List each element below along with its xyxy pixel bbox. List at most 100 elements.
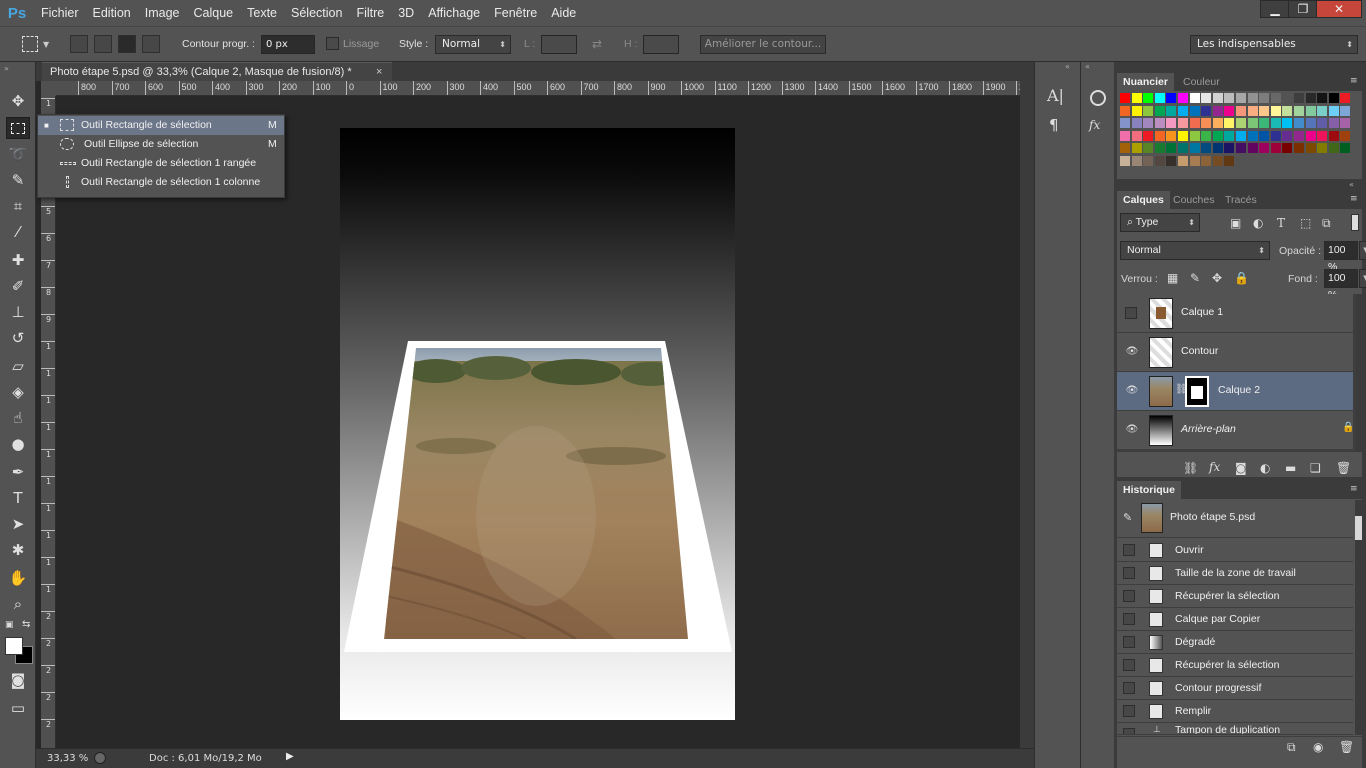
paragraph-panel-icon[interactable]: ¶ [1049, 116, 1059, 134]
color-swatch[interactable] [1294, 143, 1304, 153]
trash-icon[interactable]: 🗑 [1336, 461, 1351, 475]
subtract-from-selection-button[interactable] [118, 35, 136, 53]
eraser-tool-icon[interactable]: ▱ [6, 355, 30, 377]
color-swatch[interactable] [1154, 105, 1165, 116]
color-swatch[interactable] [1270, 143, 1281, 153]
tab-couleur[interactable]: Couleur [1177, 73, 1226, 91]
history-step[interactable]: ⊥ Tampon de duplication [1117, 723, 1353, 735]
fill-input[interactable]: 100 % [1324, 269, 1358, 301]
style-select[interactable]: Normal ⬍ [435, 35, 511, 54]
color-swatch[interactable] [1120, 93, 1130, 103]
color-swatch[interactable] [1236, 105, 1246, 116]
new-adjustment-icon[interactable]: ◐ [1260, 461, 1270, 475]
layer-mask-thumbnail[interactable] [1185, 376, 1209, 407]
color-swatch[interactable] [1270, 118, 1281, 128]
trash-icon[interactable]: 🗑 [1339, 740, 1354, 754]
panel-menu-icon[interactable]: ≡ [1350, 76, 1358, 86]
color-swatch[interactable] [1189, 118, 1200, 128]
layer-row[interactable]: 👁 Arrière-plan 🔒 [1117, 411, 1354, 450]
color-swatch[interactable] [1154, 118, 1165, 128]
color-swatch[interactable] [1328, 93, 1339, 103]
color-swatch[interactable] [1143, 105, 1154, 116]
history-checkbox[interactable] [1123, 590, 1135, 602]
color-swatch[interactable] [1212, 143, 1223, 153]
default-colors-icon[interactable]: ▣ [5, 620, 14, 630]
color-swatch[interactable] [1154, 130, 1165, 141]
shape-filter-icon[interactable]: ⬚ [1300, 216, 1311, 230]
flyout-item-ellipse[interactable]: Outil Ellipse de sélection M [38, 135, 284, 154]
move-tool-icon[interactable]: ✥ [6, 90, 30, 112]
adjustments-panel-icon[interactable] [1090, 90, 1106, 106]
color-swatch[interactable] [1282, 93, 1293, 103]
color-swatch[interactable] [1236, 93, 1246, 103]
color-swatch[interactable] [1340, 130, 1351, 141]
color-swatch[interactable] [1178, 93, 1188, 103]
color-swatch[interactable] [1317, 118, 1328, 128]
rectangular-marquee-tool-icon[interactable] [6, 117, 30, 139]
color-swatch[interactable] [1236, 118, 1246, 128]
height-input[interactable] [643, 35, 679, 54]
layer-row-selected[interactable]: 👁 ⛓ Calque 2 [1117, 372, 1353, 411]
lasso-tool-icon[interactable]: ➰ [6, 143, 30, 165]
color-swatch[interactable] [1247, 143, 1258, 153]
color-swatch[interactable] [1166, 118, 1177, 128]
color-swatch[interactable] [1143, 130, 1154, 141]
history-snapshot[interactable]: ✎ Photo étape 5.psd [1117, 500, 1353, 538]
foreground-color-swatch[interactable] [5, 637, 23, 655]
color-swatch[interactable] [1247, 93, 1258, 103]
layer-style-icon[interactable]: fx [1209, 460, 1220, 474]
history-checkbox[interactable] [1123, 659, 1135, 671]
styles-panel-icon[interactable]: fx [1089, 118, 1100, 132]
refine-edge-button[interactable]: Améliorer le contour... [700, 35, 826, 54]
color-swatch[interactable] [1212, 155, 1223, 166]
color-swatch[interactable] [1120, 143, 1130, 153]
history-step[interactable]: Calque par Copier [1117, 608, 1353, 631]
color-swatch[interactable] [1317, 93, 1328, 103]
expand-icon[interactable]: « [1065, 62, 1070, 71]
history-step[interactable]: Récupérer la sélection [1117, 585, 1353, 608]
color-swatch[interactable] [1317, 130, 1328, 141]
color-swatch[interactable] [1166, 155, 1177, 166]
color-swatch[interactable] [1247, 118, 1258, 128]
color-swatch[interactable] [1212, 118, 1223, 128]
color-swatch[interactable] [1317, 105, 1328, 116]
history-step[interactable]: Dégradé [1117, 631, 1353, 654]
menu-affichage[interactable]: Affichage [421, 0, 487, 26]
menu-calque[interactable]: Calque [187, 0, 241, 26]
menu-3d[interactable]: 3D [391, 0, 421, 26]
color-swatch[interactable] [1189, 143, 1200, 153]
panel-menu-icon[interactable]: ≡ [1350, 194, 1358, 204]
layer-name[interactable]: Arrière-plan [1181, 423, 1236, 435]
history-checkbox[interactable] [1123, 728, 1135, 734]
history-step[interactable]: Récupérer la sélection [1117, 654, 1353, 677]
color-swatch[interactable] [1236, 143, 1246, 153]
color-swatch[interactable] [1340, 118, 1351, 128]
zoom-level[interactable]: 33,33 % [47, 753, 88, 764]
tab-nuancier[interactable]: Nuancier [1117, 73, 1174, 91]
hand-tool-icon[interactable]: ✋ [6, 567, 30, 589]
color-swatch[interactable] [1178, 155, 1188, 166]
brush-tool-icon[interactable]: ✐ [6, 275, 30, 297]
quick-mask-icon[interactable]: ◙ [6, 669, 30, 691]
crop-tool-icon[interactable]: ⌗ [6, 195, 30, 217]
color-swatch[interactable] [1340, 93, 1351, 103]
new-selection-button[interactable] [70, 35, 88, 53]
history-step[interactable]: Remplir [1117, 700, 1353, 723]
custom-shape-tool-icon[interactable]: ✱ [6, 539, 30, 561]
layer-row[interactable]: 👁 Contour [1117, 333, 1353, 372]
color-swatch[interactable] [1189, 93, 1200, 103]
menu-filtre[interactable]: Filtre [349, 0, 391, 26]
color-swatch[interactable] [1224, 105, 1235, 116]
smudge-tool-icon[interactable]: ☝ [6, 407, 30, 429]
color-swatch[interactable] [1224, 143, 1235, 153]
color-swatch[interactable] [1201, 130, 1212, 141]
color-swatch[interactable] [1259, 118, 1270, 128]
tab-traces[interactable]: Tracés [1219, 191, 1263, 209]
layer-name[interactable]: Calque 2 [1218, 384, 1260, 396]
color-swatch[interactable] [1212, 130, 1223, 141]
color-swatch[interactable] [1178, 105, 1188, 116]
tab-calques[interactable]: Calques [1117, 191, 1170, 209]
type-filter-icon[interactable]: T [1277, 216, 1285, 230]
color-swatch[interactable] [1166, 130, 1177, 141]
width-input[interactable] [541, 35, 577, 54]
